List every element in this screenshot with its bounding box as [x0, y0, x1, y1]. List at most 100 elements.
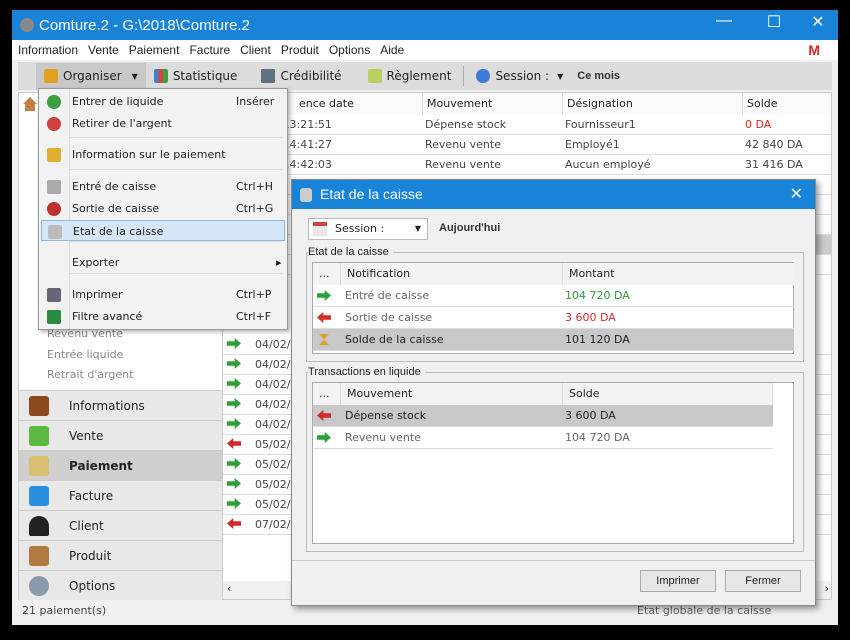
menu-item-imprimer[interactable]: Imprimer Ctrl+P [41, 284, 285, 305]
menu-vente[interactable]: Vente [88, 43, 119, 57]
tree-item-retrait-argent[interactable]: Retrait d'argent [19, 365, 219, 385]
col-header-notification: Notification [341, 263, 563, 285]
transaction-row[interactable]: Revenu vente 104 720 DA [313, 427, 773, 449]
nav-produit[interactable]: Produit [19, 540, 223, 570]
arrow-left-icon [317, 410, 331, 421]
close-button[interactable]: ✕ [798, 12, 838, 32]
book-icon [29, 395, 49, 416]
col-header-solde[interactable]: Solde [743, 93, 831, 115]
menu-item-information-sur-le-paiement[interactable]: Information sur le paiement [41, 144, 285, 165]
row-date: 04/02/ [255, 418, 291, 431]
row-designation: Employé1 [565, 138, 620, 151]
minimize-button[interactable]: — [704, 12, 744, 30]
chevron-down-icon: ▼ [557, 71, 564, 81]
menu-item-filtre-avanc-[interactable]: Filtre avancé Ctrl+F [41, 306, 285, 327]
menu-information[interactable]: Information [18, 43, 78, 57]
arrow-right-icon [227, 378, 241, 389]
statistique-label: Statistique [172, 69, 238, 83]
col-header-designation[interactable]: Désignation [563, 93, 743, 115]
organiser-button[interactable]: Organiser ▼ [36, 63, 146, 89]
menu-separator [69, 137, 283, 138]
session-value: Ce mois [577, 70, 621, 82]
menu-item-label: Sortie de caisse [72, 202, 160, 215]
statistique-button[interactable]: Statistique [146, 63, 246, 89]
nav-client[interactable]: Client [19, 510, 223, 540]
menu-item-shortcut: Insérer [236, 95, 275, 108]
menu-item-entrer-de-liquide[interactable]: Entrer de liquide Insérer [41, 91, 285, 112]
menu-item-retirer-de-l-argent[interactable]: Retirer de l'argent [41, 113, 285, 134]
row-designation: Aucun employé [565, 158, 651, 171]
calculator-icon [261, 69, 276, 83]
session-select[interactable]: Session : ▼ [308, 218, 428, 240]
clock-icon [476, 69, 491, 83]
arrow-right-icon [227, 398, 241, 409]
etat-row[interactable]: Entré de caisse 104 720 DA [313, 285, 794, 307]
transactions-table: ... Mouvement Solde Dépense stock 3 600 D… [312, 382, 794, 544]
tree-item-entree-liquide[interactable]: Entrée liquide [19, 345, 219, 365]
nav-label: Options [69, 578, 116, 593]
menu-aide[interactable]: Aide [380, 43, 404, 57]
nav-vente[interactable]: Vente [19, 420, 223, 450]
menu-item-shortcut: Ctrl+F [236, 310, 272, 323]
hourglass-icon [319, 334, 329, 345]
etat-amount: 3 600 DA [565, 311, 616, 324]
menu-bar: Information Vente Paiement Facture Clien… [12, 40, 838, 60]
etat-row[interactable]: Sortie de caisse 3 600 DA [313, 307, 794, 329]
col-header-mouvement[interactable]: Mouvement [423, 93, 563, 115]
menu-facture[interactable]: Facture [189, 43, 230, 57]
maximize-button[interactable]: ☐ [754, 12, 794, 32]
organiser-menu: Entrer de liquide Insérer Retirer de l'arg… [38, 88, 288, 330]
transaction-label: Dépense stock [345, 409, 427, 422]
menu-produit[interactable]: Produit [281, 43, 319, 57]
transaction-row[interactable]: Dépense stock 3 600 DA [313, 405, 773, 427]
etat-label: Sortie de caisse [345, 311, 433, 324]
payment-icon [29, 455, 49, 476]
etat-row[interactable]: Solde de la caisse 101 120 DA [313, 329, 794, 351]
nav-paiement[interactable]: Paiement [19, 450, 223, 480]
menu-item-label: Entré de caisse [72, 180, 157, 193]
nav-facture[interactable]: Facture [19, 480, 223, 510]
col-header-more: ... [313, 383, 341, 405]
nav-informations[interactable]: Informations [19, 390, 223, 420]
dialog-close-button[interactable]: ✕ [790, 180, 803, 209]
menu-item-shortcut: Ctrl+P [236, 288, 272, 301]
table-row[interactable]: 2018 14:42:03 Revenu vente Aucun employé 31… [223, 155, 831, 175]
home-icon[interactable] [23, 97, 37, 111]
print-button[interactable]: Imprimer [640, 570, 716, 592]
menu-paiement[interactable]: Paiement [129, 43, 180, 57]
scroll-left-icon[interactable]: ‹ [227, 582, 231, 595]
nav-options[interactable]: Options [19, 570, 223, 600]
reglement-button[interactable]: Règlement [360, 63, 460, 89]
arrow-right-icon [227, 498, 241, 509]
arrow-right-icon [227, 338, 241, 349]
arrow-right-icon [227, 458, 241, 469]
window-title: Comture.2 - G:\2018\Comture.2 [39, 16, 250, 34]
menu-options[interactable]: Options [329, 43, 370, 57]
credibilite-button[interactable]: Crédibilité [253, 63, 349, 89]
minus-circle-icon [47, 117, 61, 131]
menu-item-shortcut: Ctrl+H [236, 180, 274, 193]
scroll-right-icon[interactable]: › [825, 582, 829, 595]
table-row[interactable]: 2018 13:21:51 Dépense stock Fournisseur1 0 … [223, 115, 831, 135]
etat-amount: 101 120 DA [565, 333, 630, 346]
credibilite-label: Crédibilité [280, 69, 342, 83]
session-label: Session : [495, 69, 550, 83]
session-dropdown[interactable]: Session : ▼ [468, 63, 571, 89]
menu-item-label: Information sur le paiement [72, 148, 226, 161]
close-dialog-button[interactable]: Fermer [725, 570, 801, 592]
database-icon [48, 225, 62, 239]
printer-icon [47, 288, 61, 302]
session-value: Aujourd'hui [439, 222, 501, 234]
toolbar-divider [463, 66, 465, 86]
row-designation: Fournisseur1 [565, 118, 636, 131]
row-solde: 42 840 DA [745, 138, 803, 151]
dialog-title-bar: Etat de la caisse ✕ [292, 180, 815, 209]
menu-item-sortie-de-caisse[interactable]: Sortie de caisse Ctrl+G [41, 198, 285, 219]
menu-item-etat-de-la-caisse[interactable]: Etat de la caisse [41, 220, 285, 241]
chevron-down-icon: ▼ [414, 224, 421, 233]
table-row[interactable]: 2018 14:41:27 Revenu vente Employé1 42 840 … [223, 135, 831, 155]
menu-client[interactable]: Client [240, 43, 271, 57]
menu-item-label: Imprimer [72, 288, 123, 301]
menu-item-entr-de-caisse[interactable]: Entré de caisse Ctrl+H [41, 176, 285, 197]
menu-item-exporter[interactable]: Exporter ▸ [41, 252, 285, 273]
